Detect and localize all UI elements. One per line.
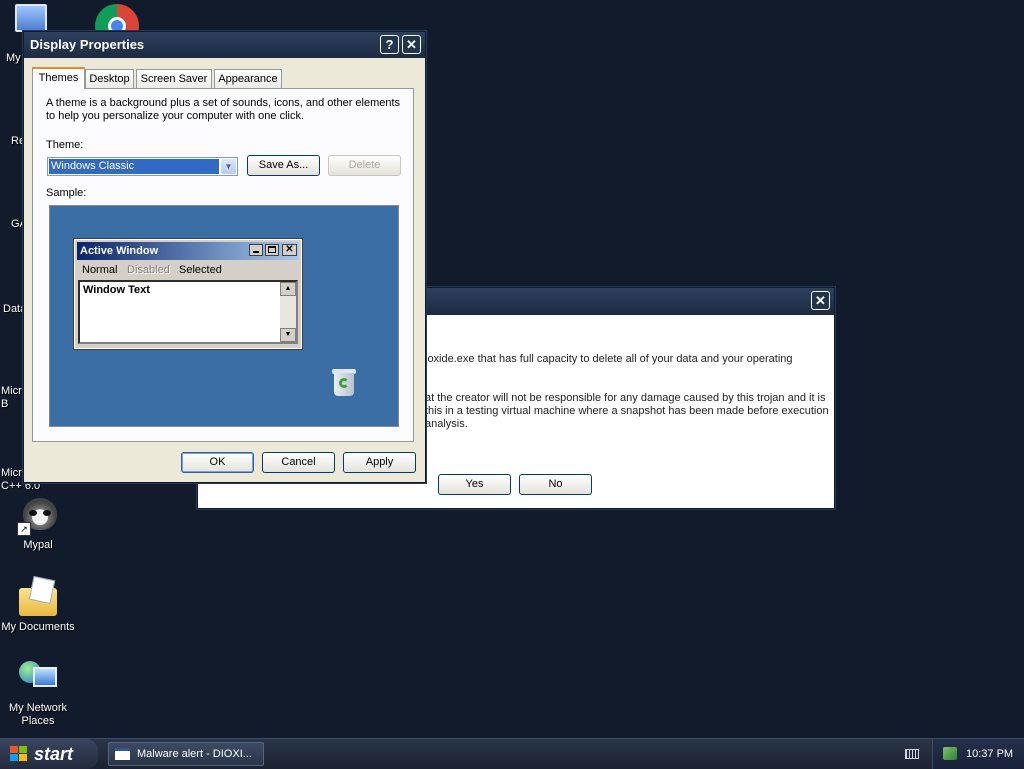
apply-button[interactable]: Apply <box>343 452 416 473</box>
close-button[interactable]: ✕ <box>811 291 830 310</box>
desktop-icon-label: My Documents <box>1 621 75 633</box>
chevron-down-icon[interactable]: ▼ <box>221 159 236 174</box>
keyboard-icon[interactable] <box>905 749 919 759</box>
window-icon <box>115 748 130 760</box>
tab-desktop[interactable]: Desktop <box>85 69 134 88</box>
desktop-icon-mypal[interactable]: ↗ Mypal <box>0 494 76 552</box>
close-icon: ✕ <box>282 244 297 256</box>
menu-selected: Selected <box>179 264 222 276</box>
alert-message-line: ioxide.exe that has full capacity to del… <box>425 353 793 365</box>
start-label: start <box>34 744 74 764</box>
network-tray-icon[interactable] <box>943 747 957 760</box>
desktop-icon-my-documents[interactable]: My Documents <box>0 575 76 634</box>
scroll-up-icon: ▲ <box>280 282 296 296</box>
tab-screen-saver[interactable]: Screen Saver <box>136 69 212 88</box>
alert-message-line: analysis. <box>425 418 468 430</box>
menu-disabled: Disabled <box>127 264 170 276</box>
sample-title-bar: Active Window ✕ <box>77 242 299 260</box>
task-label: Malware alert - DIOXI... <box>137 748 252 760</box>
sample-active-window: Active Window ✕ Normal Disabled Selected… <box>73 238 303 350</box>
ok-button[interactable]: OK <box>181 452 254 473</box>
yes-button[interactable]: Yes <box>438 474 511 495</box>
display-properties-title-bar[interactable]: Display Properties ? ✕ <box>24 32 425 58</box>
minimize-icon <box>249 244 263 256</box>
desktop-icon-label: Mypal <box>23 539 53 551</box>
desktop-icon-label: My Network Places <box>8 702 68 727</box>
sample-window-text: Window Text <box>83 284 150 296</box>
close-icon: ✕ <box>815 293 826 308</box>
cancel-button[interactable]: Cancel <box>262 452 335 473</box>
close-button[interactable]: ✕ <box>402 35 421 54</box>
raccoon-icon: ↗ <box>17 494 59 536</box>
delete-button[interactable]: Delete <box>328 155 401 176</box>
clock[interactable]: 10:37 PM <box>966 747 1013 761</box>
sample-recycle-bin-icon <box>331 369 357 397</box>
window-title: Display Properties <box>30 37 145 52</box>
tab-appearance[interactable]: Appearance <box>214 69 282 88</box>
no-button[interactable]: No <box>519 474 592 495</box>
desktop-icon-label: Micro B <box>1 385 28 410</box>
help-icon: ? <box>385 37 394 52</box>
sample-title: Active Window <box>80 245 159 257</box>
start-button[interactable]: start <box>0 739 98 769</box>
sample-label: Sample: <box>46 187 87 199</box>
tab-themes[interactable]: Themes <box>32 67 85 89</box>
maximize-icon <box>265 244 279 256</box>
sample-text-area: Window Text ▲ ▼ <box>78 280 298 344</box>
description-line: A theme is a background plus a set of so… <box>46 97 401 109</box>
tab-strip: Themes Desktop Screen Saver Appearance <box>32 67 416 89</box>
theme-select-value: Windows Classic <box>49 159 219 174</box>
menu-normal: Normal <box>82 264 118 276</box>
alert-message-line: at the creator will not be responsible f… <box>425 392 826 404</box>
theme-description: A theme is a background plus a set of so… <box>46 97 406 123</box>
documents-folder-icon <box>17 575 59 618</box>
theme-select[interactable]: Windows Classic ▼ <box>47 157 238 176</box>
description-line: to help you personalize your computer wi… <box>46 110 305 122</box>
shortcut-arrow-icon: ↗ <box>17 522 31 536</box>
desktop-icon-my-network-places[interactable]: My Network Places <box>0 657 76 728</box>
close-icon: ✕ <box>406 37 417 52</box>
display-properties-dialog: Display Properties ? ✕ Themes Desktop Sc… <box>23 31 426 483</box>
theme-sample-preview: Active Window ✕ Normal Disabled Selected… <box>49 205 399 427</box>
network-icon <box>17 657 59 699</box>
theme-label: Theme: <box>46 139 84 151</box>
taskbar: start Malware alert - DIOXI... 10:37 PM <box>0 738 1024 769</box>
sample-scrollbar: ▲ ▼ <box>280 282 296 342</box>
sample-menu-bar: Normal Disabled Selected <box>77 262 299 278</box>
system-tray: 10:37 PM <box>932 739 1024 769</box>
taskbar-task-button[interactable]: Malware alert - DIOXI... <box>108 742 264 766</box>
help-button[interactable]: ? <box>380 35 399 54</box>
themes-panel: A theme is a background plus a set of so… <box>32 88 414 442</box>
windows-logo-icon <box>10 746 28 762</box>
scroll-down-icon: ▼ <box>280 328 296 342</box>
alert-message-line: this in a testing virtual machine where … <box>425 405 829 417</box>
save-as-button[interactable]: Save As... <box>247 155 320 176</box>
